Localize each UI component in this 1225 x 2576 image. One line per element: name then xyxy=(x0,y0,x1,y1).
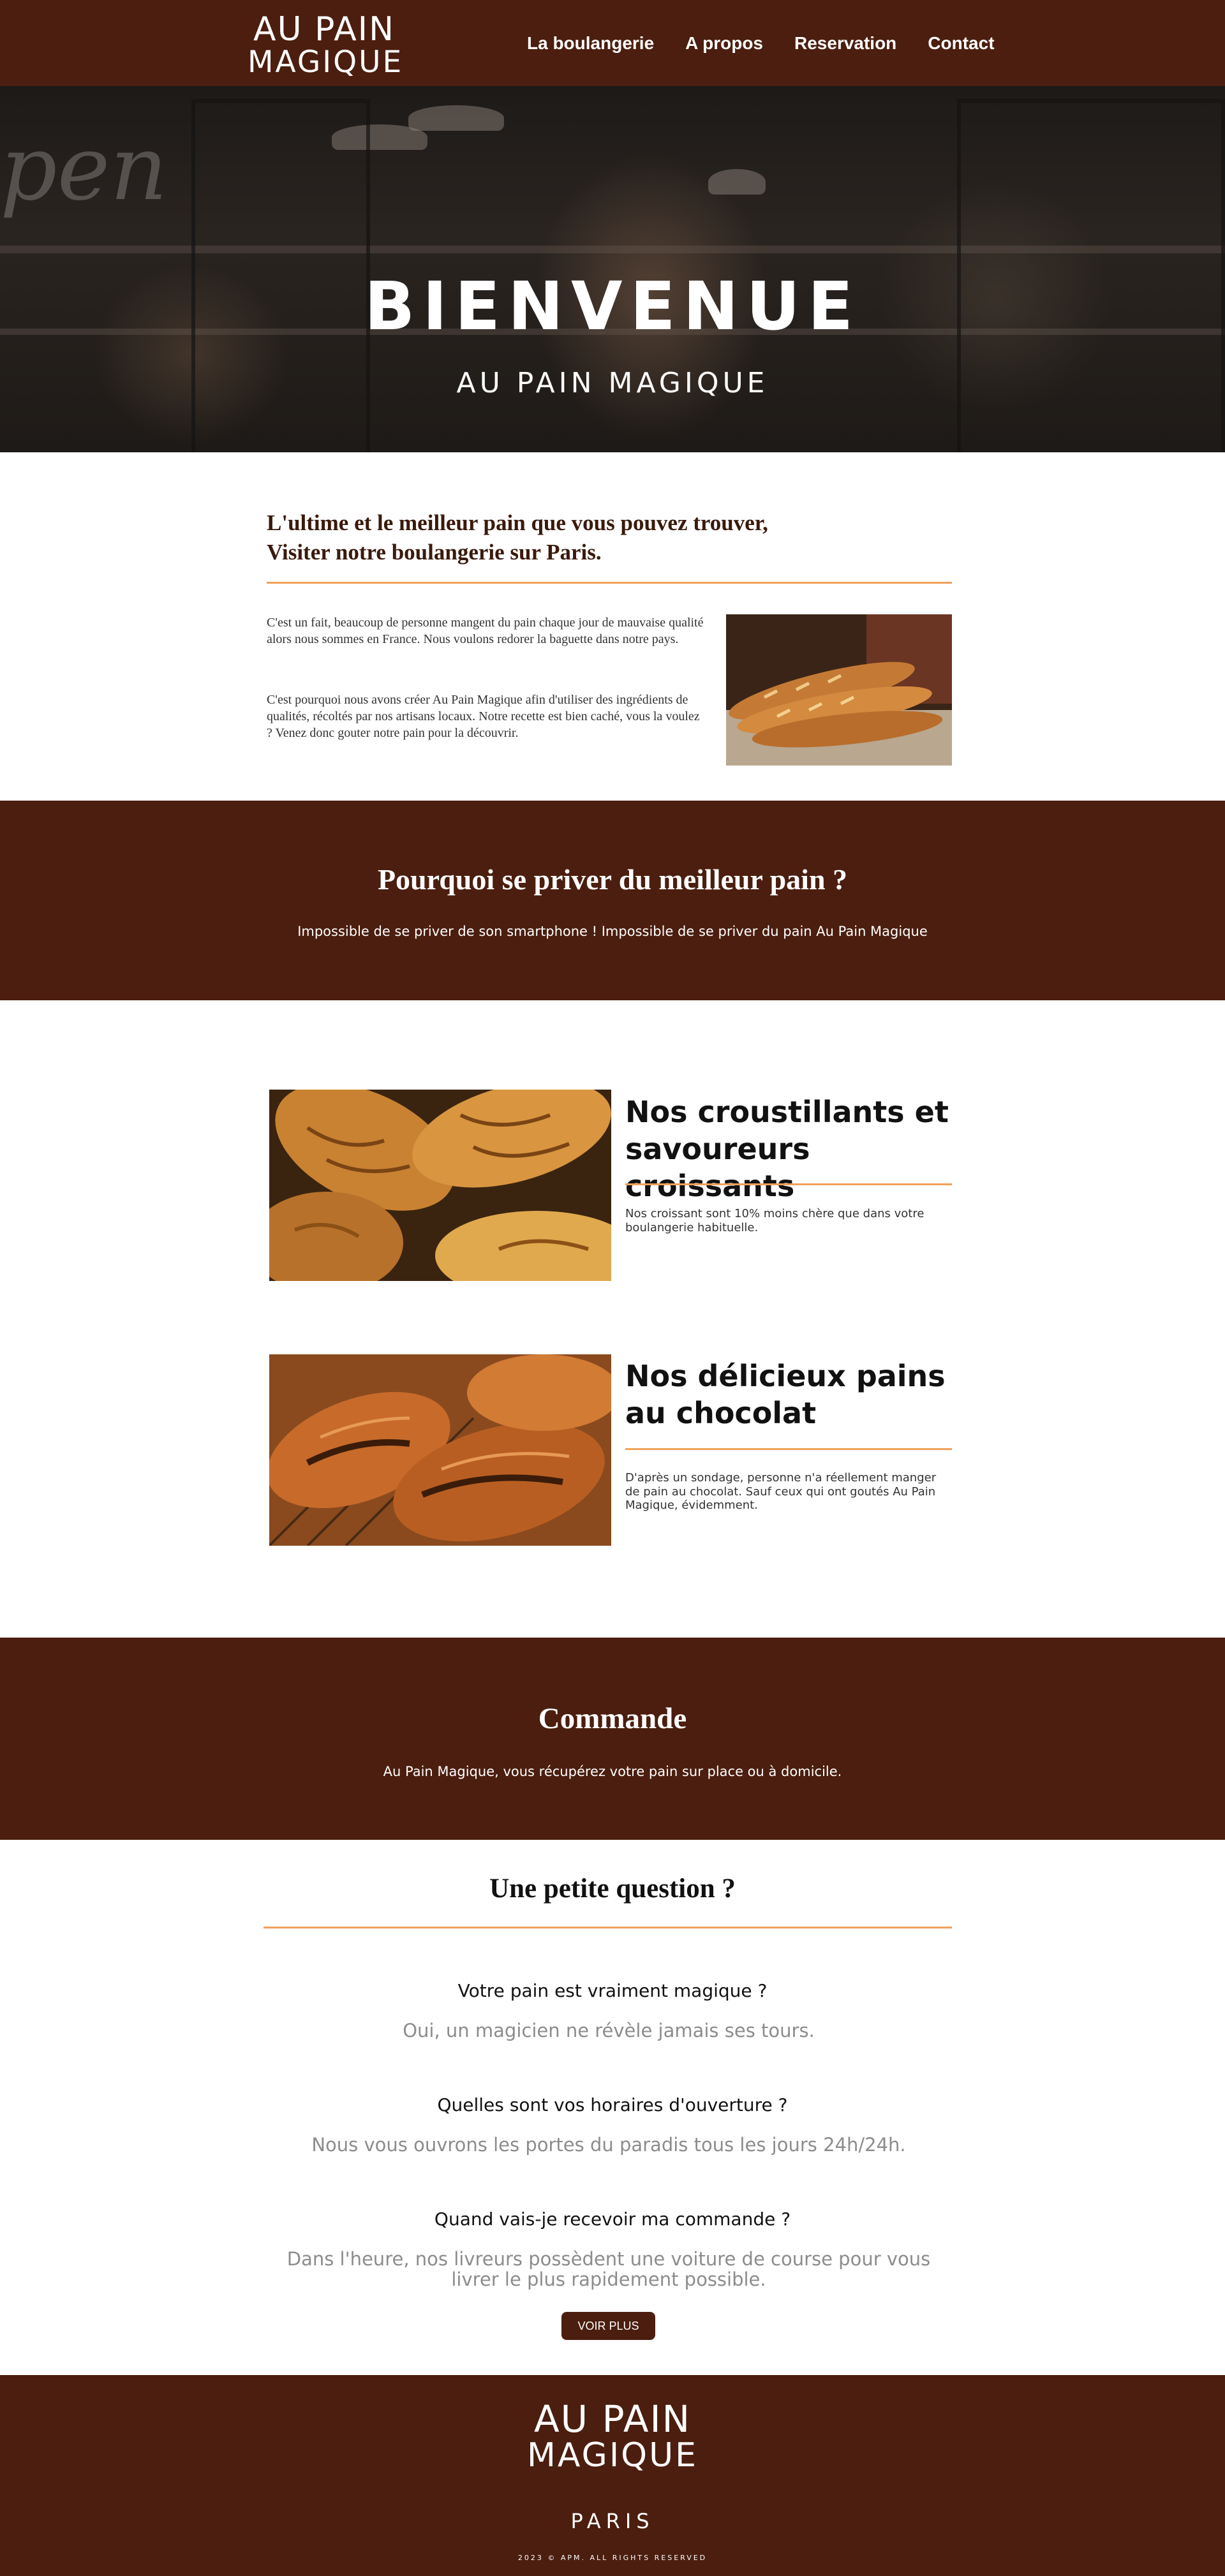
faq-divider xyxy=(264,1927,952,1928)
faq-answer-1: Oui, un magicien ne révèle jamais ses to… xyxy=(403,2020,815,2041)
intro-heading-line-2: Visiter notre boulangerie sur Paris. xyxy=(267,539,602,565)
footer-copyright: 2023 © APM. ALL RIGHTS RESERVED xyxy=(517,2554,708,2562)
faq-answer-3: Dans l'heure, nos livreurs possèdent une… xyxy=(286,2248,931,2290)
croissants-title-line-2: savoureurs croissants xyxy=(625,1131,810,1203)
pains-au-chocolat-divider xyxy=(625,1448,952,1450)
intro-paragraph-2: C'est pourquoi nous avons créer Au Pain … xyxy=(267,693,700,740)
hero-background-photo: pen xyxy=(0,117,168,221)
order-title: Commande xyxy=(538,1702,687,1735)
croissants-image xyxy=(269,1090,611,1281)
hero-banner: pen BIENVENUE AU PAIN MAGIQUE xyxy=(0,86,1225,452)
site-logo[interactable]: AU PAIN MAGIQUE xyxy=(248,13,401,77)
intro-heading: L'ultime et le meilleur pain que vous po… xyxy=(267,508,828,566)
nav-link-contact[interactable]: Contact xyxy=(928,33,994,54)
croissants-title: Nos croustillants et savoureurs croissan… xyxy=(625,1094,957,1205)
top-navbar: AU PAIN MAGIQUE La boulangerie A propos … xyxy=(0,0,1225,86)
hero-lamp-shape xyxy=(408,105,504,131)
logo-line-2: MAGIQUE xyxy=(248,45,404,80)
footer-logo-line-2: MAGIQUE xyxy=(527,2436,698,2475)
nav-link-boulangerie[interactable]: La boulangerie xyxy=(527,33,654,54)
hero-lamp-shape xyxy=(708,169,766,195)
pains-au-chocolat-title-line-1: Nos délicieux pains xyxy=(625,1359,946,1393)
site-footer: AU PAIN MAGIQUE PARIS 2023 © APM. ALL RI… xyxy=(0,2375,1225,2576)
footer-logo[interactable]: AU PAIN MAGIQUE xyxy=(527,2401,698,2472)
footer-city: PARIS xyxy=(570,2509,655,2533)
faq-question-1: Votre pain est vraiment magique ? xyxy=(457,1980,768,2001)
main-menu: La boulangerie A propos Reservation Cont… xyxy=(527,33,995,54)
faq-title: Une petite question ? xyxy=(489,1874,736,1904)
croissants-title-line-1: Nos croustillants et xyxy=(625,1095,949,1129)
why-title: Pourquoi se priver du meilleur pain ? xyxy=(377,863,848,896)
voir-plus-button[interactable]: VOIR PLUS xyxy=(561,2312,655,2340)
intro-section: L'ultime et le meilleur pain que vous po… xyxy=(0,452,1225,801)
hero-subtitle: AU PAIN MAGIQUE xyxy=(456,367,769,399)
intro-divider xyxy=(267,582,952,584)
croissants-divider xyxy=(625,1183,952,1185)
pains-au-chocolat-image xyxy=(269,1354,611,1546)
faq-question-3: Quand vais-je recevoir ma commande ? xyxy=(434,2209,791,2230)
croissants-text: Nos croissant sont 10% moins chère que d… xyxy=(625,1207,924,1234)
order-text: Au Pain Magique, vous récupérez votre pa… xyxy=(383,1764,842,1779)
footer-logo-line-1: AU PAIN xyxy=(534,2397,691,2441)
faq-answer-2: Nous vous ouvrons les portes du paradis … xyxy=(311,2134,906,2156)
why-text: Impossible de se priver de son smartphon… xyxy=(297,924,928,939)
logo-line-1: AU PAIN xyxy=(253,10,395,48)
nav-link-reservation[interactable]: Reservation xyxy=(794,33,896,54)
pains-au-chocolat-title-line-2: au chocolat xyxy=(625,1395,817,1430)
order-section: Commande Au Pain Magique, vous récupérez… xyxy=(0,1638,1225,1840)
products-section: Nos croustillants et savoureurs croissan… xyxy=(0,1000,1225,1638)
pains-au-chocolat-title: Nos délicieux pains au chocolat xyxy=(625,1358,957,1432)
pains-au-chocolat-text: D'après un sondage, personne n'a réellem… xyxy=(625,1471,937,1513)
faq-section: Une petite question ? Votre pain est vra… xyxy=(0,1840,1225,2375)
hero-title: BIENVENUE xyxy=(364,267,861,345)
intro-heading-line-1: L'ultime et le meilleur pain que vous po… xyxy=(267,510,768,535)
intro-paragraph-1: C'est un fait, beaucoup de personne mang… xyxy=(267,616,704,646)
faq-question-2: Quelles sont vos horaires d'ouverture ? xyxy=(437,2094,788,2115)
nav-link-a-propos[interactable]: A propos xyxy=(685,33,763,54)
baguettes-image xyxy=(726,614,952,766)
why-section: Pourquoi se priver du meilleur pain ? Im… xyxy=(0,801,1225,1000)
